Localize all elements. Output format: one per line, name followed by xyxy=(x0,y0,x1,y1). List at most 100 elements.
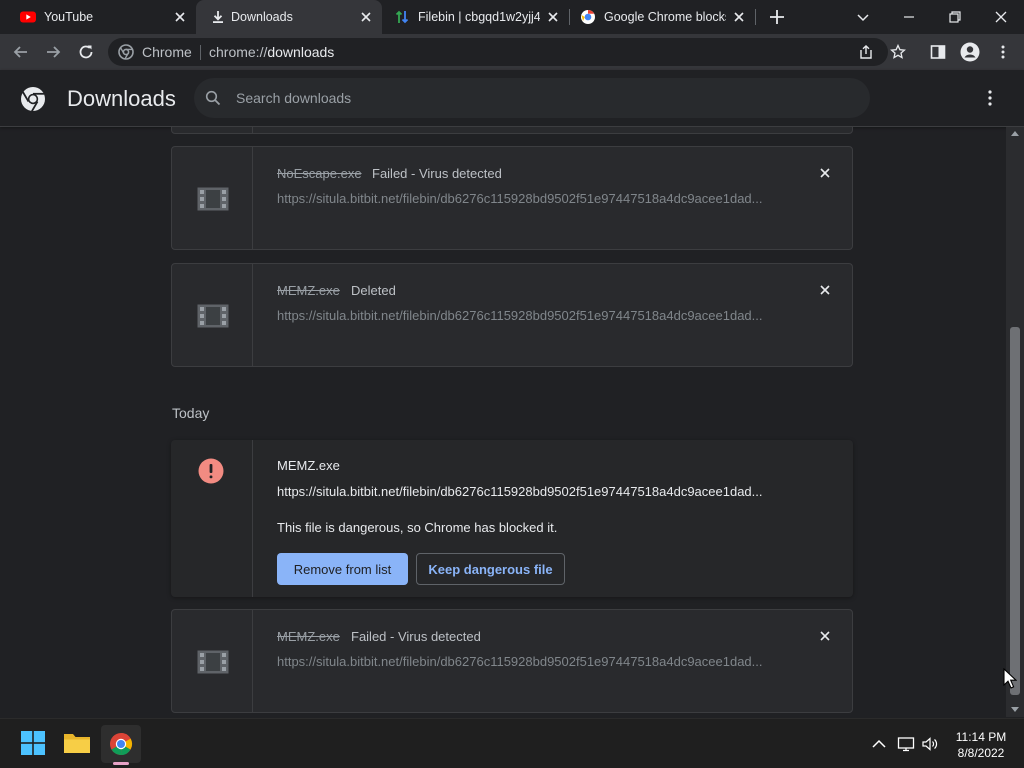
restore-button[interactable] xyxy=(932,0,978,34)
date-section-header: Today xyxy=(172,405,210,421)
file-icon-column xyxy=(172,127,253,133)
source-url[interactable]: https://situla.bitbit.net/filebin/db6276… xyxy=(277,308,787,323)
more-vertical-icon[interactable] xyxy=(978,86,1002,110)
download-status: Failed - Virus detected xyxy=(351,629,481,644)
download-status: Failed - Virus detected xyxy=(372,166,502,181)
chrome-taskbar-button[interactable] xyxy=(101,725,141,763)
omnibox-separator xyxy=(200,45,201,60)
search-box[interactable] xyxy=(194,78,870,118)
close-icon[interactable] xyxy=(546,10,560,24)
tab-separator xyxy=(755,9,756,25)
chevron-up-icon[interactable] xyxy=(870,736,888,752)
chevron-down-icon xyxy=(857,14,869,22)
download-item: MEMZ.exe Failed - Virus detected https:/… xyxy=(171,609,853,713)
minimize-icon xyxy=(904,16,914,18)
star-icon[interactable] xyxy=(890,44,906,60)
reload-button[interactable] xyxy=(74,40,98,64)
close-icon[interactable] xyxy=(173,10,187,24)
scrollbar-thumb[interactable] xyxy=(1010,327,1020,695)
download-item: NoEscape.exe Failed - Virus detected htt… xyxy=(171,146,853,250)
file-executable-icon xyxy=(197,304,229,328)
remove-item-icon[interactable] xyxy=(818,166,832,180)
search-input[interactable] xyxy=(236,88,836,108)
scroll-down-arrow-icon[interactable] xyxy=(1011,707,1019,712)
page-title: Downloads xyxy=(67,86,176,111)
file-name[interactable]: NoEscape.exe xyxy=(277,166,362,181)
origin-chip: Chrome xyxy=(142,44,192,60)
tab-title: Downloads xyxy=(231,10,293,24)
url-host: downloads xyxy=(267,44,335,60)
clock-date: 8/8/2022 xyxy=(957,746,1005,760)
chrome-icon xyxy=(110,732,133,756)
address-bar[interactable]: Chrome chrome://downloads xyxy=(108,38,888,66)
remove-item-icon[interactable] xyxy=(818,629,832,643)
back-button[interactable] xyxy=(9,40,33,64)
chrome-icon xyxy=(118,44,134,60)
active-app-indicator xyxy=(113,762,129,765)
windows-logo-icon xyxy=(21,731,45,755)
tab-youtube[interactable]: YouTube xyxy=(6,0,192,34)
windows-taskbar: 11:14 PM 8/8/2022 xyxy=(0,718,1024,768)
download-status: Deleted xyxy=(351,283,396,298)
reload-icon xyxy=(79,45,93,59)
close-icon[interactable] xyxy=(732,10,746,24)
source-url[interactable]: https://situla.bitbit.net/filebin/db6276… xyxy=(277,484,787,499)
close-window-button[interactable] xyxy=(978,0,1024,34)
tab-title: Google Chrome blocks xyxy=(604,10,726,24)
scroll-up-arrow-icon[interactable] xyxy=(1011,131,1019,136)
tab-title: YouTube xyxy=(44,10,94,24)
file-icon-column xyxy=(172,147,253,249)
file-name[interactable]: MEMZ.exe xyxy=(277,629,340,644)
share-icon[interactable] xyxy=(858,44,874,60)
file-icon-column xyxy=(172,610,253,712)
restore-icon xyxy=(949,11,961,23)
dangerous-download-item: MEMZ.exe https://situla.bitbit.net/fileb… xyxy=(171,440,853,597)
network-icon[interactable] xyxy=(897,736,915,752)
tab-downloads[interactable]: Downloads xyxy=(196,0,382,34)
arrow-right-icon xyxy=(47,46,61,58)
tab-filebin[interactable]: Filebin | cbgqd1w2yjj4 xyxy=(384,0,568,34)
source-url[interactable]: https://situla.bitbit.net/filebin/db6276… xyxy=(277,191,787,206)
keep-dangerous-file-button[interactable]: Keep dangerous file xyxy=(416,553,565,585)
clock-time: 11:14 PM xyxy=(955,730,1007,744)
tab-google-chrome-blocks[interactable]: Google Chrome blocks xyxy=(570,0,754,34)
file-name[interactable]: MEMZ.exe xyxy=(277,283,340,298)
folder-icon xyxy=(64,734,90,753)
file-explorer-button[interactable] xyxy=(62,728,92,758)
start-button[interactable] xyxy=(18,728,48,758)
filebin-icon xyxy=(395,10,409,24)
url-text: chrome://downloads xyxy=(209,44,334,60)
downloads-list: NoEscape.exe Failed - Virus detected htt… xyxy=(0,127,1006,717)
minimize-button[interactable] xyxy=(886,0,932,34)
file-executable-icon xyxy=(197,650,229,674)
file-icon-column xyxy=(172,264,253,366)
youtube-icon xyxy=(20,11,36,23)
tab-strip: YouTube Downloads Filebin | cbgqd1w2yjj4… xyxy=(0,0,1024,34)
remove-from-list-button[interactable]: Remove from list xyxy=(277,553,408,585)
close-icon xyxy=(995,11,1007,23)
search-icon xyxy=(205,90,221,106)
source-url[interactable]: https://situla.bitbit.net/filebin/db6276… xyxy=(277,654,787,669)
remove-item-icon[interactable] xyxy=(818,283,832,297)
danger-message: This file is dangerous, so Chrome has bl… xyxy=(277,520,558,535)
browser-toolbar: Chrome chrome://downloads xyxy=(0,34,1024,70)
danger-warning-icon xyxy=(198,458,224,484)
volume-icon[interactable] xyxy=(921,736,939,752)
mouse-cursor-icon xyxy=(1003,668,1017,689)
more-vertical-icon[interactable] xyxy=(995,44,1011,60)
chrome-logo-icon xyxy=(21,87,45,112)
page-scrollbar[interactable] xyxy=(1006,127,1024,717)
side-panel-icon[interactable] xyxy=(930,44,946,60)
system-clock[interactable]: 11:14 PM 8/8/2022 xyxy=(946,729,1016,761)
download-item xyxy=(171,127,853,134)
file-executable-icon xyxy=(197,187,229,211)
file-icon-column xyxy=(171,440,253,597)
forward-button[interactable] xyxy=(41,40,65,64)
tab-search-button[interactable] xyxy=(840,0,886,34)
new-tab-icon[interactable] xyxy=(768,8,786,26)
close-icon[interactable] xyxy=(359,10,373,24)
downloads-header: Downloads xyxy=(0,70,1024,127)
tab-title: Filebin | cbgqd1w2yjj4 xyxy=(418,10,540,24)
profile-avatar-icon[interactable] xyxy=(960,42,980,62)
file-name: MEMZ.exe xyxy=(277,458,340,473)
